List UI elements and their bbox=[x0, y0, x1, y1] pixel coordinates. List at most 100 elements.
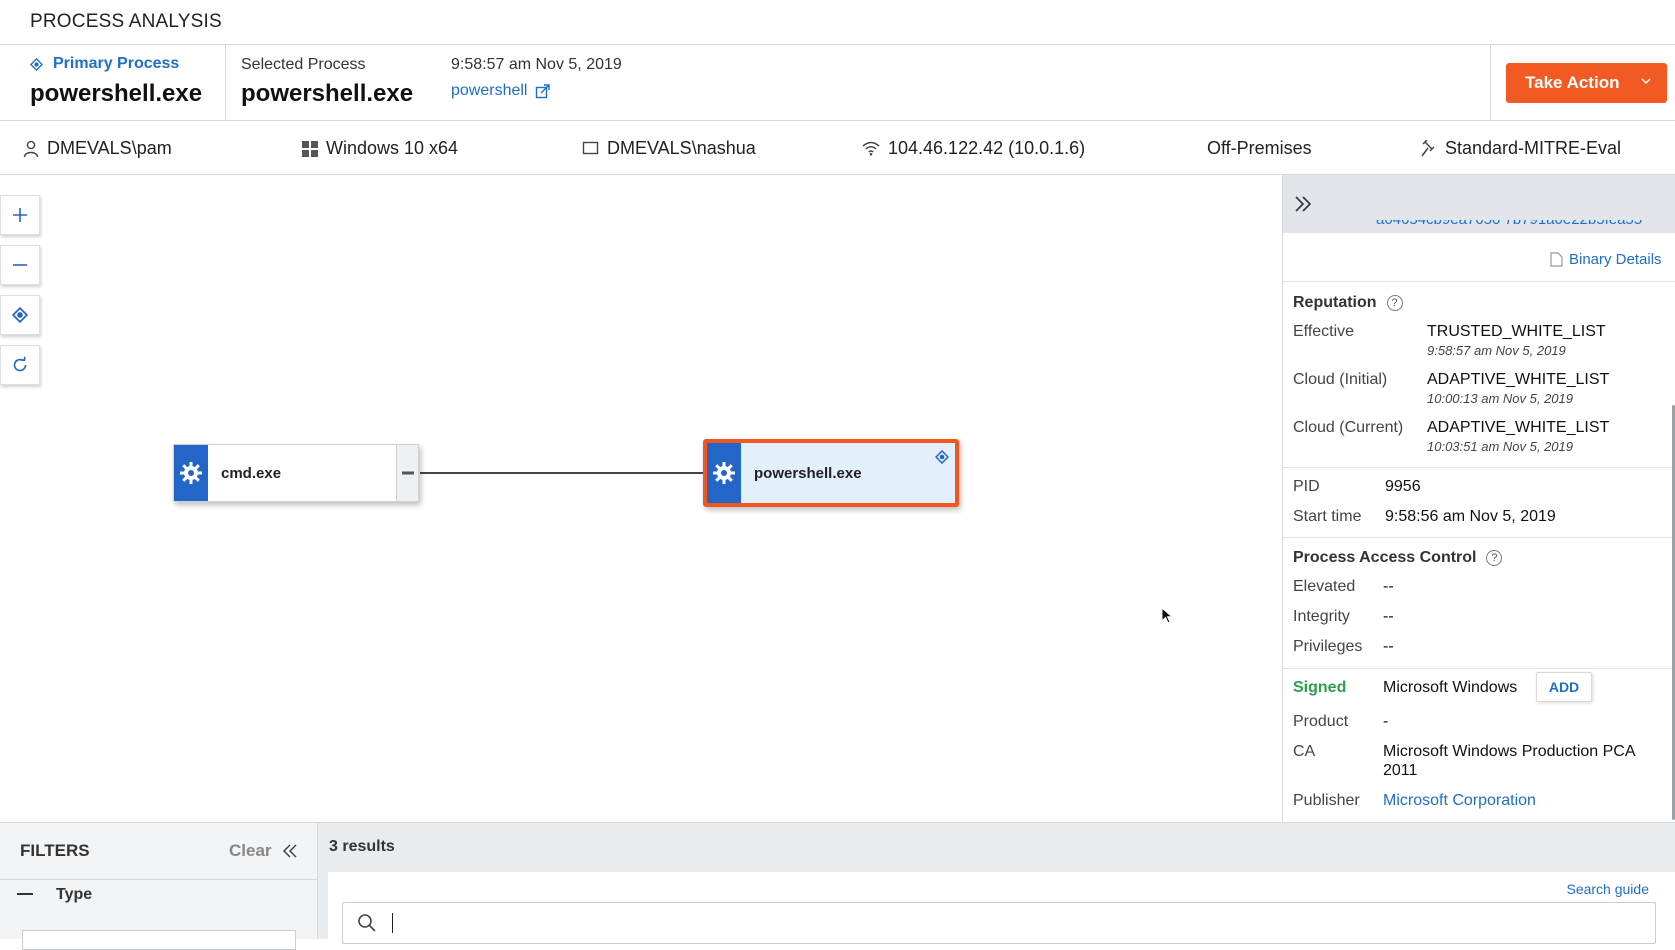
process-node-gear-bg bbox=[174, 445, 208, 501]
wifi-icon bbox=[862, 141, 880, 156]
primary-process-icon bbox=[935, 450, 949, 464]
panel-divider bbox=[1283, 537, 1675, 538]
help-icon[interactable]: ? bbox=[1386, 295, 1403, 311]
reputation-effective-time: 9:58:57 am Nov 5, 2019 bbox=[1427, 343, 1566, 358]
take-action-button[interactable]: Take Action bbox=[1506, 63, 1667, 103]
privileges-label: Privileges bbox=[1293, 638, 1363, 655]
integrity-value: -- bbox=[1383, 608, 1394, 625]
gear-icon bbox=[713, 462, 735, 484]
process-node-cmd[interactable]: cmd.exe bbox=[173, 444, 419, 502]
info-os: Windows 10 x64 bbox=[302, 138, 458, 159]
collapse-filters-icon[interactable] bbox=[282, 843, 298, 859]
start-time-value: 9:58:56 am Nov 5, 2019 bbox=[1385, 508, 1556, 525]
laptop-icon bbox=[582, 141, 599, 155]
primary-process-label-row: Primary Process bbox=[30, 55, 179, 73]
filters-divider bbox=[0, 879, 317, 880]
product-value: - bbox=[1383, 713, 1389, 730]
ca-label: CA bbox=[1293, 743, 1316, 760]
pid-value: 9956 bbox=[1385, 478, 1421, 495]
zoom-out-button[interactable] bbox=[0, 245, 40, 285]
reputation-cloud-current-time: 10:03:51 am Nov 5, 2019 bbox=[1427, 439, 1573, 454]
center-primary-button[interactable] bbox=[0, 295, 40, 335]
header-divider bbox=[225, 45, 226, 120]
powershell-link-text: powershell bbox=[451, 82, 528, 99]
help-icon[interactable]: ? bbox=[1486, 550, 1503, 566]
info-location-text: Off-Premises bbox=[1207, 138, 1312, 158]
reputation-title: Reputation? bbox=[1293, 294, 1403, 312]
external-link-icon bbox=[536, 84, 551, 99]
binary-details-link[interactable]: Binary Details bbox=[1550, 251, 1662, 268]
privileges-value: -- bbox=[1383, 638, 1394, 655]
info-device: DMEVALS\nashua bbox=[582, 138, 756, 159]
signed-label: Signed bbox=[1293, 679, 1347, 696]
chevron-down-icon bbox=[1641, 78, 1651, 85]
publisher-label: Publisher bbox=[1293, 792, 1360, 809]
collapse-type-icon[interactable] bbox=[17, 893, 33, 895]
powershell-link[interactable]: powershell bbox=[451, 82, 551, 100]
info-user: DMEVALS\pam bbox=[23, 138, 172, 159]
reputation-cloud-initial-value: ADAPTIVE_WHITE_LIST bbox=[1427, 371, 1610, 388]
info-policy: Standard-MITRE-Eval bbox=[1421, 138, 1621, 159]
results-count: 3 results bbox=[329, 838, 395, 855]
process-details-panel: a04654cb9ea7650 7b791a0e22b5fea55 Binary… bbox=[1282, 175, 1675, 822]
minus-icon bbox=[401, 471, 414, 475]
primary-process-icon bbox=[30, 57, 43, 71]
mouse-cursor-icon bbox=[1161, 607, 1173, 624]
pid-label: PID bbox=[1293, 478, 1320, 495]
clear-filters-button[interactable]: Clear bbox=[229, 841, 272, 861]
filters-title: FILTERS bbox=[20, 841, 90, 860]
target-icon bbox=[12, 307, 28, 323]
reputation-effective-value: TRUSTED_WHITE_LIST bbox=[1427, 323, 1606, 340]
zoom-in-button[interactable] bbox=[0, 195, 40, 235]
search-icon bbox=[358, 914, 376, 932]
signed-value: Microsoft Windows bbox=[1383, 679, 1518, 696]
plus-icon bbox=[13, 208, 27, 222]
process-timestamp: 9:58:57 am Nov 5, 2019 bbox=[451, 56, 622, 73]
panel-divider bbox=[1283, 467, 1675, 468]
ca-value-line1: Microsoft Windows Production PCA bbox=[1383, 743, 1636, 760]
binary-details-text: Binary Details bbox=[1569, 251, 1662, 268]
process-graph-canvas[interactable]: cmd.exe powershell.exe bbox=[0, 175, 1282, 822]
user-icon bbox=[23, 140, 39, 157]
panel-divider bbox=[1283, 281, 1675, 282]
primary-process-name: powershell.exe bbox=[30, 80, 203, 107]
process-node-powershell[interactable]: powershell.exe bbox=[703, 439, 959, 507]
page-title: PROCESS ANALYSIS bbox=[30, 11, 222, 32]
info-ip-text: 104.46.122.42 (10.0.1.6) bbox=[888, 138, 1086, 158]
reputation-cloud-initial-time: 10:00:13 am Nov 5, 2019 bbox=[1427, 391, 1573, 406]
hash-link-fragment[interactable]: a04654cb9ea7650 7b791a0e22b5fea55 bbox=[1376, 220, 1642, 234]
device-info-bar: DMEVALS\pam Windows 10 x64 DMEVALS\nashu… bbox=[0, 121, 1675, 175]
text-caret bbox=[392, 913, 393, 933]
info-device-text: DMEVALS\nashua bbox=[607, 138, 756, 158]
reputation-cloud-initial-label: Cloud (Initial) bbox=[1293, 371, 1388, 388]
start-time-label: Start time bbox=[1293, 508, 1362, 525]
selected-process-label: Selected Process bbox=[241, 56, 366, 73]
integrity-label: Integrity bbox=[1293, 608, 1350, 625]
windows-icon bbox=[302, 140, 318, 157]
pac-title-text: Process Access Control bbox=[1293, 549, 1477, 566]
add-button[interactable]: ADD bbox=[1536, 672, 1592, 702]
process-header: Primary Process powershell.exe Selected … bbox=[0, 45, 1675, 121]
search-input[interactable] bbox=[342, 902, 1656, 944]
search-guide-link[interactable]: Search guide bbox=[1566, 881, 1649, 897]
gear-icon bbox=[180, 462, 202, 484]
panel-divider bbox=[1283, 668, 1675, 669]
collapse-node-button[interactable] bbox=[396, 445, 418, 501]
reputation-effective-label: Effective bbox=[1293, 323, 1355, 340]
collapse-panel-icon[interactable] bbox=[1293, 195, 1313, 213]
type-search-input[interactable] bbox=[22, 930, 296, 950]
process-node-label: cmd.exe bbox=[221, 464, 282, 482]
info-ip: 104.46.122.42 (10.0.1.6) bbox=[862, 138, 1085, 159]
reset-view-button[interactable] bbox=[0, 345, 40, 385]
publisher-link[interactable]: Microsoft Corporation bbox=[1383, 792, 1536, 810]
take-action-label: Take Action bbox=[1525, 73, 1620, 92]
type-filter-label: Type bbox=[56, 886, 93, 903]
info-policy-text: Standard-MITRE-Eval bbox=[1445, 138, 1622, 158]
ca-value-line2: 2011 bbox=[1383, 762, 1418, 779]
minus-icon bbox=[13, 264, 27, 266]
filters-panel: FILTERS Clear Type bbox=[0, 822, 318, 950]
document-icon bbox=[1550, 252, 1563, 267]
process-node-label: powershell.exe bbox=[754, 464, 862, 482]
reputation-title-text: Reputation bbox=[1293, 294, 1377, 311]
reputation-cloud-current-value: ADAPTIVE_WHITE_LIST bbox=[1427, 419, 1610, 436]
